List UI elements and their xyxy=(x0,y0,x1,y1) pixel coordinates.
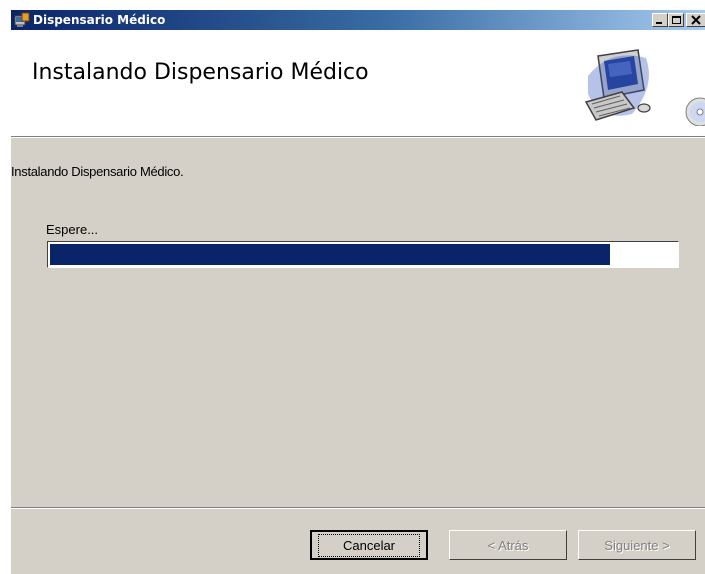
minimize-button[interactable] xyxy=(652,13,668,27)
footer-divider xyxy=(11,507,705,509)
back-button[interactable]: < Atrás xyxy=(449,530,567,560)
wait-label: Espere... xyxy=(46,222,99,237)
status-text: Instalando Dispensario Médico. xyxy=(11,164,184,179)
window-title: Dispensario Médico xyxy=(33,13,166,27)
cancel-button[interactable]: Cancelar xyxy=(310,530,428,560)
back-button-label: < Atrás xyxy=(487,537,529,553)
next-button-label: Siguiente > xyxy=(604,537,670,553)
progress-bar xyxy=(47,241,679,268)
progress-fill xyxy=(50,244,610,265)
minimize-icon xyxy=(656,22,662,24)
title-bar[interactable]: Dispensario Médico xyxy=(11,10,705,30)
computer-cd-icon xyxy=(584,49,705,126)
installer-window: Dispensario Médico Instalando Dispensari… xyxy=(10,9,705,574)
next-button[interactable]: Siguiente > xyxy=(578,530,696,560)
header-divider xyxy=(11,136,705,138)
maximize-button[interactable] xyxy=(668,13,684,27)
maximize-icon xyxy=(672,16,681,24)
installer-icon xyxy=(14,12,30,28)
cancel-button-label: Cancelar xyxy=(317,533,421,557)
close-icon xyxy=(691,15,701,25)
close-button[interactable] xyxy=(686,13,705,27)
page-title: Instalando Dispensario Médico xyxy=(32,60,369,85)
header-banner: Instalando Dispensario Médico xyxy=(11,30,705,136)
